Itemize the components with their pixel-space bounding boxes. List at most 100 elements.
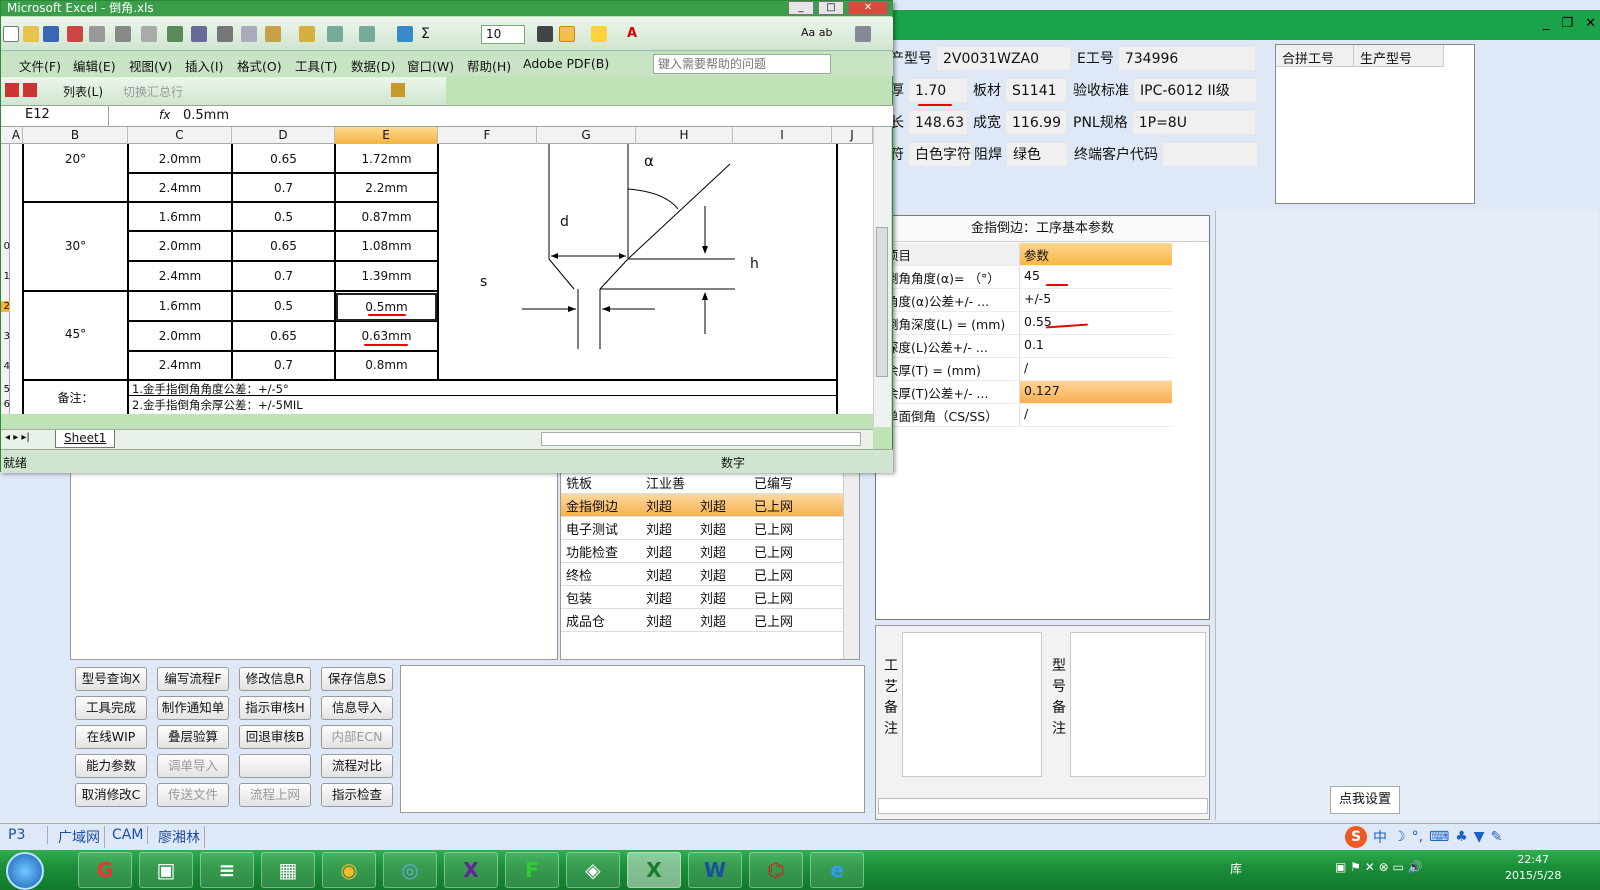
menu-view[interactable]: 视图(V) [129, 56, 172, 75]
autosum-icon[interactable]: Σ [421, 26, 437, 42]
help-search-input[interactable]: 键入需要帮助的问题 [653, 54, 831, 74]
clock[interactable]: 22:47 2015/5/28 [1505, 852, 1561, 884]
spreadsheet-grid[interactable]: 20° 30° 45° 2.0mm 0.65 1.72mm 2.4mm 0.7 … [10, 144, 873, 414]
board-field[interactable]: S1141 [1005, 77, 1067, 103]
print-icon[interactable] [89, 26, 105, 42]
table-cell[interactable]: 0.7 [233, 358, 334, 372]
tray-icons[interactable]: ▣ ⚑ ✕ ⊗ ▭ 🔊 [1335, 860, 1423, 874]
active-cell[interactable]: 0.5mm [336, 293, 437, 321]
taskbar-f-app-icon[interactable]: F [505, 852, 559, 888]
width-field[interactable]: 116.99 [1005, 109, 1067, 135]
length-field[interactable]: 148.63 [908, 109, 968, 135]
research-icon[interactable] [191, 26, 207, 42]
params-row[interactable]: 深度(L)公差+/- ... 0.1 [882, 335, 1172, 358]
pdf-convert-icon[interactable] [23, 83, 37, 97]
process-row[interactable]: 功能检查 刘超 刘超 已上网 [561, 540, 859, 563]
keyboard-icon[interactable]: ⌨ [1429, 829, 1449, 845]
model-notes-box[interactable] [1070, 632, 1206, 777]
table-cell[interactable]: 0.7 [233, 181, 334, 195]
modify-info-button[interactable]: 修改信息R [239, 667, 311, 691]
params-row[interactable]: 倒角深度(L) = (mm) 0.55 [882, 312, 1172, 335]
remark-line-1[interactable]: 1.金手指倒角角度公差：+/-5° [132, 381, 289, 397]
menu-tools[interactable]: 工具(T) [295, 56, 337, 75]
moon-icon[interactable]: ☽ [1393, 829, 1406, 845]
table-cell[interactable]: 1.6mm [129, 210, 231, 224]
online-wip-button[interactable]: 在线WIP [75, 725, 147, 749]
column-header[interactable]: B [23, 127, 128, 144]
taskbar-ie-icon[interactable]: e [810, 852, 864, 888]
params-row[interactable]: 单面倒角（CS/SS） / [882, 404, 1172, 427]
table-cell[interactable]: 2.4mm [129, 269, 231, 283]
capability-params-button[interactable]: 能力参数 [75, 754, 147, 778]
craft-notes-box[interactable] [902, 632, 1042, 777]
close-icon[interactable]: ✕ [848, 1, 888, 15]
blank-button[interactable] [239, 754, 311, 778]
taskbar-app-icon[interactable]: G [78, 852, 132, 888]
shirt-icon[interactable]: ▼ [1474, 829, 1485, 845]
pnl-field[interactable]: 1P=8U [1131, 109, 1256, 135]
permission-icon[interactable] [67, 26, 83, 42]
column-header[interactable]: H [636, 127, 733, 144]
row-header[interactable]: 4 [1, 361, 10, 372]
save-info-button[interactable]: 保存信息S [321, 667, 393, 691]
row-header[interactable]: 0 [1, 241, 10, 252]
table-cell[interactable]: 2.0mm [129, 239, 231, 253]
print-preview-icon[interactable] [115, 26, 131, 42]
column-header[interactable]: D [232, 127, 335, 144]
param-value[interactable]: 0.1 [1020, 335, 1172, 357]
process-vscrollbar[interactable] [843, 471, 859, 659]
order-import-button[interactable]: 调单导入 [157, 754, 229, 778]
message-textarea[interactable] [400, 665, 865, 813]
tray-library-label[interactable]: 库 [1230, 860, 1242, 877]
process-row[interactable]: 终检 刘超 刘超 已上网 [561, 563, 859, 586]
angle-cell[interactable]: 45° [24, 327, 127, 341]
process-row[interactable]: 包装 刘超 刘超 已上网 [561, 586, 859, 609]
menu-data[interactable]: 数据(D) [351, 56, 395, 75]
param-value[interactable]: +/-5 [1020, 289, 1172, 311]
table-cell[interactable]: 1.39mm [336, 269, 437, 283]
name-box[interactable]: E12 [1, 105, 109, 127]
column-header-selected[interactable]: E [335, 127, 438, 144]
table-cell[interactable]: 0.7 [233, 269, 334, 283]
param-value[interactable]: 0.127 [1020, 381, 1172, 403]
formula-input[interactable]: 0.5mm [183, 108, 229, 123]
table-cell[interactable]: 0.63mm [336, 329, 437, 343]
table-cell[interactable]: 1.72mm [336, 152, 437, 166]
instruction-review-button[interactable]: 指示审核H [239, 696, 311, 720]
chart-icon[interactable] [391, 83, 405, 97]
undo-icon[interactable] [327, 26, 343, 42]
minimize-icon[interactable]: _ [788, 1, 814, 15]
align-center-icon[interactable] [559, 26, 575, 42]
column-header[interactable]: F [438, 127, 537, 144]
punctuation-icon[interactable]: °, [1412, 829, 1423, 845]
font-size-select[interactable]: 10 [481, 25, 525, 44]
table-cell[interactable]: 2.0mm [129, 152, 231, 166]
taskbar-eye-icon[interactable]: ◎ [383, 852, 437, 888]
column-header[interactable]: I [733, 127, 832, 144]
accept-field[interactable]: IPC-6012 II级 [1133, 77, 1257, 103]
params-row[interactable]: 角度(α)公差+/- ... +/-5 [882, 289, 1172, 312]
rollback-review-button[interactable]: 回退审核B [239, 725, 311, 749]
redo-icon[interactable] [359, 26, 375, 42]
cut-icon[interactable] [217, 26, 233, 42]
angle-cell[interactable]: 20° [24, 152, 127, 166]
stackup-check-button[interactable]: 叠层验算 [157, 725, 229, 749]
scroll-thumb[interactable] [876, 227, 888, 377]
minimize-icon[interactable]: _ [1543, 16, 1550, 36]
info-import-button[interactable]: 信息导入 [321, 696, 393, 720]
params-row[interactable]: 余厚(T) = (mm) / [882, 358, 1172, 381]
flow-online-button[interactable]: 流程上网 [239, 783, 311, 807]
table-cell[interactable]: 0.65 [233, 152, 334, 166]
table-cell[interactable]: 0.5 [233, 299, 334, 313]
taskbar-save-icon[interactable]: ▣ [139, 852, 193, 888]
table-cell[interactable]: 2.0mm [129, 329, 231, 343]
remark-line-2[interactable]: 2.金手指倒角余厚公差：+/-5MIL [132, 397, 303, 413]
menu-edit[interactable]: 编辑(E) [73, 56, 116, 75]
notes-hscrollbar[interactable] [878, 798, 1208, 814]
column-header[interactable]: A [10, 127, 23, 144]
function-icon[interactable]: fx [159, 108, 170, 122]
taskbar-calculator-icon[interactable]: ▦ [261, 852, 315, 888]
wrench-icon[interactable]: ✎ [1491, 829, 1503, 845]
options-icon[interactable] [855, 26, 871, 42]
edit-flow-button[interactable]: 编写流程F [157, 667, 229, 691]
